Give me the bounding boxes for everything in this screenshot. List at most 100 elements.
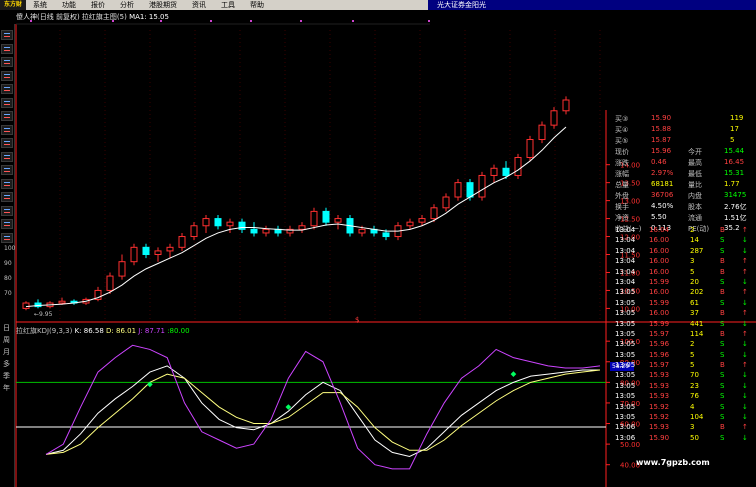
trade-side: S — [720, 413, 725, 422]
kdj-last-value: :80.00 — [167, 327, 190, 335]
trade-volume: 5 — [690, 350, 695, 359]
quote-value: 5.50 — [651, 213, 667, 221]
trade-row: 13:04 16.00 14 S ↓ — [612, 236, 756, 246]
candle-body-20 — [262, 228, 270, 234]
trade-direction-icon: ↑ — [742, 309, 748, 318]
trade-volume: 50 — [690, 433, 699, 442]
kdj-line-j — [45, 344, 601, 470]
kdj-d-value: D: 86.01 — [106, 327, 137, 335]
trade-time: 13:04 — [615, 236, 636, 245]
trade-price: 16.04 — [649, 226, 670, 234]
trade-direction-icon: ↓ — [742, 350, 748, 359]
candle-body-36 — [454, 182, 462, 198]
quote-row: 总量 68181 量比 1.77 — [612, 179, 756, 190]
quote-value-2: 15.31 — [724, 169, 745, 177]
trade-side: S — [720, 433, 725, 442]
candle-body-39 — [490, 167, 498, 176]
trade-time: 13:05 — [615, 319, 636, 328]
trade-volume: 3 — [690, 257, 695, 266]
trade-side: S — [720, 298, 725, 307]
quote-volume: 5 — [730, 136, 735, 144]
quote-label-2: 最高 — [688, 159, 702, 167]
trade-row: 13:04 15.99 20 S ↓ — [612, 278, 756, 288]
candle-body-15 — [202, 218, 210, 227]
candle-body-38 — [478, 174, 486, 198]
trade-direction-icon: ↑ — [742, 288, 748, 297]
trade-direction-icon: ↓ — [742, 402, 748, 411]
trade-price: 16.00 — [649, 246, 670, 255]
trade-row: 13:06 15.93 3 B ↑ — [612, 423, 756, 433]
quote-row: 买④ 15.88 17 — [612, 124, 756, 135]
candle-body-26 — [334, 218, 342, 223]
trade-time: 13:05 — [615, 298, 636, 307]
trade-row: 13:04 16.00 5 B ↑ — [612, 268, 756, 278]
kdj-title: 拉红旗KDJ(9,3,3) K: 86.58 D: 86.01 J: 87.71… — [16, 326, 190, 336]
quote-label: 外盘 — [615, 192, 629, 200]
quote-row: 买⑤ 15.87 5 — [612, 135, 756, 146]
quote-row: 净资 5.50 流通 1.51亿 — [612, 212, 756, 223]
quote-value: 36706 — [651, 191, 674, 199]
trade-price: 15.99 — [649, 298, 670, 307]
top-marker-6 — [352, 20, 354, 22]
low-price-marker: ←9.95 — [34, 311, 53, 318]
quote-row: 涨幅 2.97% 最低 15.31 — [612, 168, 756, 179]
quote-label-2: 流通 — [688, 214, 702, 222]
quote-label: 换手 — [615, 203, 629, 211]
quote-value: 15.88 — [651, 125, 672, 133]
candle-body-8 — [118, 261, 126, 277]
trade-direction-icon: ↓ — [742, 413, 748, 422]
quote-label-2: 今开 — [688, 148, 702, 156]
trade-price: 16.00 — [649, 309, 670, 318]
quote-value: 4.50% — [651, 202, 674, 210]
trade-row: 13:05 15.96 5 S ↓ — [612, 351, 756, 361]
trade-time: 13:04 — [615, 277, 636, 286]
trade-time: 13:06 — [615, 423, 636, 432]
trade-time: 13:05 — [615, 288, 636, 297]
quote-label: 总量 — [615, 181, 629, 189]
trade-row: 13:05 15.92 4 S ↓ — [612, 403, 756, 413]
trade-row: 13:05 15.99 441 S ↓ — [612, 320, 756, 330]
trade-time: 13:05 — [615, 329, 636, 338]
trade-volume: 5 — [690, 361, 695, 370]
quote-label-2: 股本 — [688, 203, 702, 211]
trade-row: 13:04 16.04 2 B ↑ — [612, 226, 756, 236]
trade-volume: 23 — [690, 381, 699, 390]
trade-time: 13:05 — [615, 413, 636, 422]
trade-time: 13:05 — [615, 381, 636, 390]
candle-body-14 — [190, 225, 198, 238]
trade-volume: 2 — [690, 340, 695, 349]
trade-direction-icon: ↓ — [742, 340, 748, 349]
trade-side: B — [720, 257, 725, 266]
trade-row: 13:05 16.00 202 B ↑ — [612, 288, 756, 298]
candle-body-28 — [358, 228, 366, 234]
trade-volume: 37 — [690, 309, 699, 318]
trade-time: 13:04 — [615, 267, 636, 276]
trade-price: 15.96 — [649, 350, 670, 359]
trade-direction-icon: ↓ — [742, 381, 748, 390]
quote-label-2: 最低 — [688, 170, 702, 178]
quote-value-2: 1.51亿 — [724, 214, 747, 222]
quote-row: 买③ 15.90 119 — [612, 113, 756, 124]
trade-side: S — [720, 246, 725, 255]
trade-volume: 287 — [690, 246, 704, 255]
trade-volume: 441 — [690, 319, 704, 328]
trade-price: 15.92 — [649, 402, 670, 411]
trade-time: 13:05 — [615, 340, 636, 349]
watermark: www.7gpzb.com — [636, 458, 710, 467]
left-axis-label-2: 80 — [4, 275, 12, 282]
trade-price: 16.00 — [649, 236, 670, 245]
trade-direction-icon: ↑ — [742, 423, 748, 432]
trade-row: 13:05 15.93 76 S ↓ — [612, 392, 756, 402]
quote-value: 0.46 — [651, 158, 667, 166]
trade-price: 16.00 — [649, 257, 670, 266]
candle-body-42 — [526, 139, 534, 158]
quote-row: 外盘 36706 内盘 31475 — [612, 190, 756, 201]
quote-row: 涨跌 0.46 最高 16.45 — [612, 157, 756, 168]
candle-body-40 — [502, 167, 510, 176]
trade-volume: 3 — [690, 423, 695, 432]
trade-time: 13:05 — [615, 392, 636, 401]
candle-body-35 — [442, 196, 450, 209]
trade-side: S — [720, 236, 725, 245]
candle-body-30 — [382, 232, 390, 238]
trade-row: 13:04 16.00 3 B ↑ — [612, 257, 756, 267]
